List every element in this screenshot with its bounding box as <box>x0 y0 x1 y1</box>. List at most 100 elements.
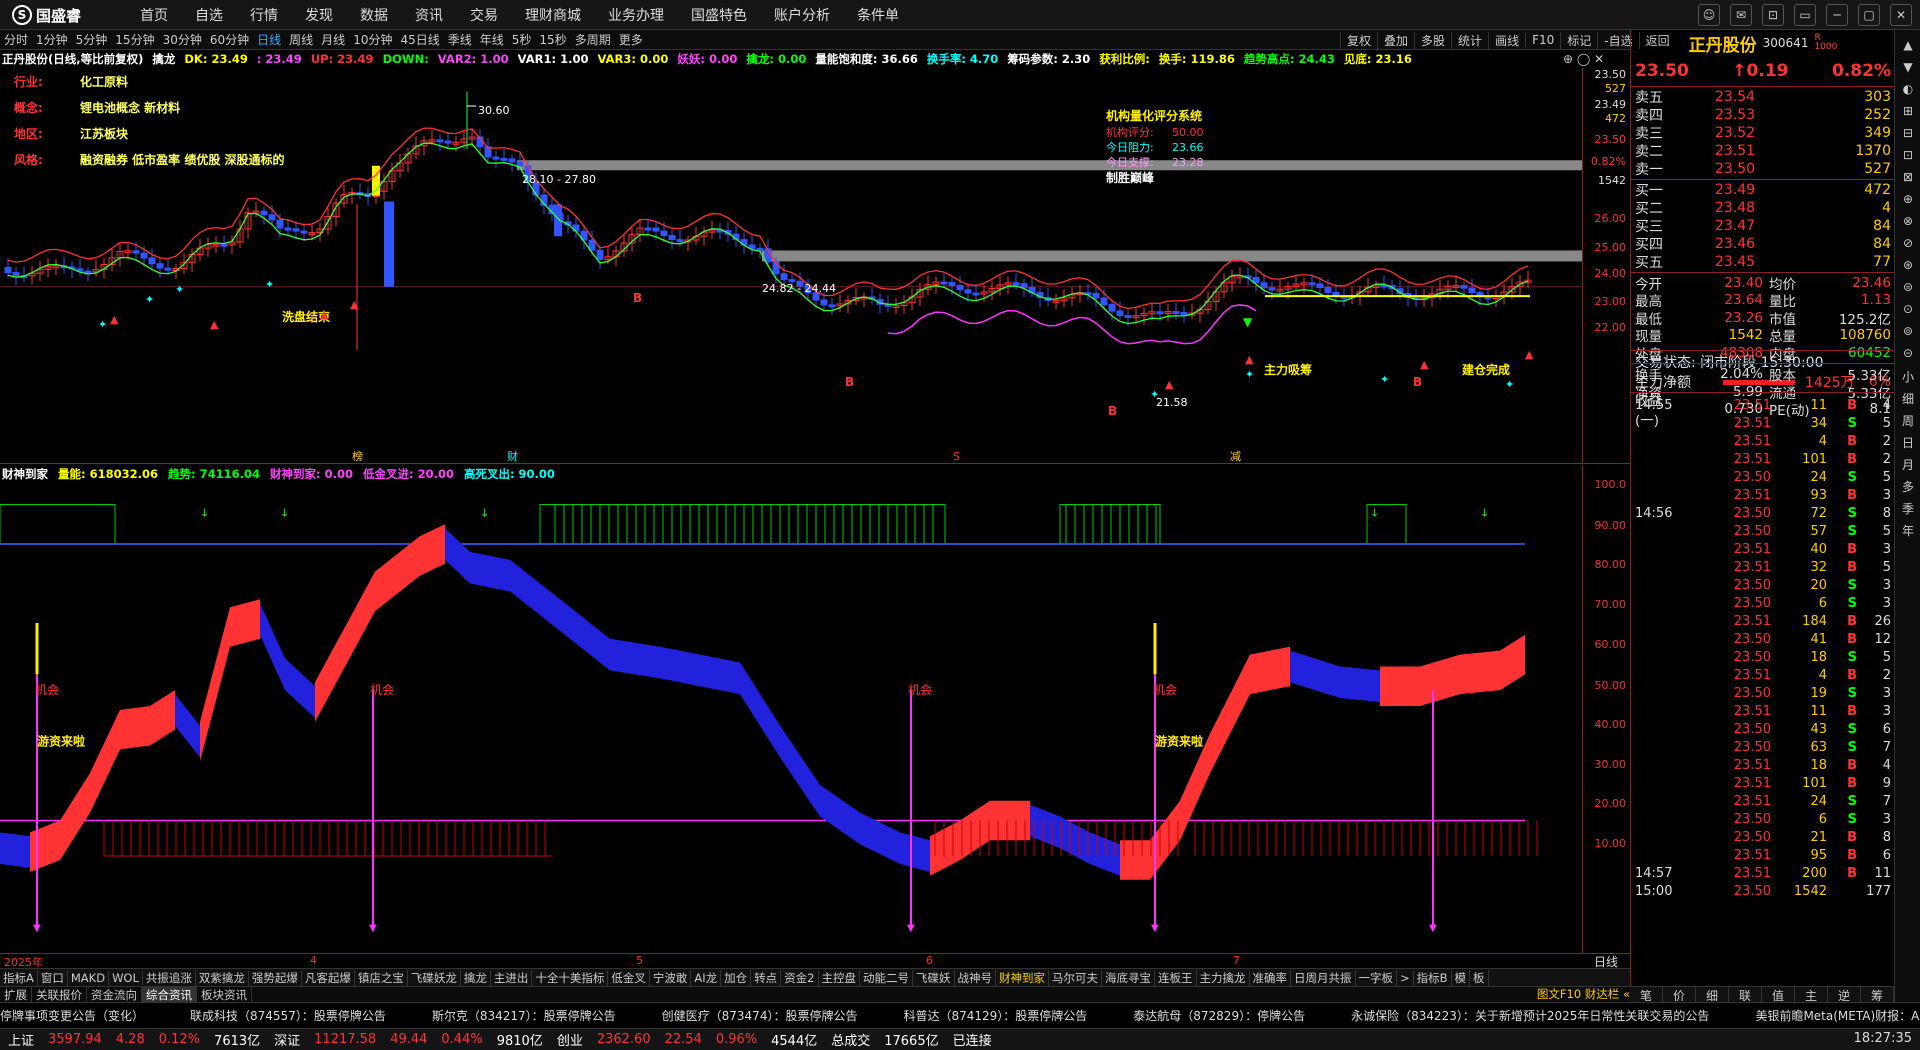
menu-4[interactable]: 数据 <box>360 5 388 25</box>
indicator-tab[interactable]: 转点 <box>751 969 782 986</box>
window-control-icon[interactable]: ▢ <box>1858 4 1880 26</box>
period-tab[interactable]: 1分钟 <box>36 31 68 48</box>
ask-row[interactable]: 卖一 23.50 527 <box>1635 160 1891 178</box>
side-tab-icon[interactable]: ◐ <box>1895 82 1920 96</box>
info-tab[interactable]: 资金流向 <box>87 987 142 1002</box>
indicator-tab[interactable]: 一字板 <box>1356 969 1397 986</box>
side-tab-icon[interactable]: ⊠ <box>1895 170 1920 184</box>
bid-row[interactable]: 买三 23.47 84 <box>1635 217 1891 235</box>
indicator-tab[interactable]: 主力擒龙 <box>1197 969 1250 986</box>
side-tab-icon[interactable]: ⊘ <box>1895 236 1920 250</box>
indicator-tab[interactable]: 共振追涨 <box>143 969 196 986</box>
chart-tool-button[interactable]: 复权 <box>1340 31 1377 49</box>
chart-tool-button[interactable]: 多股 <box>1414 31 1451 49</box>
indicator-tab[interactable]: 资金2 <box>781 969 819 986</box>
side-tab-icon[interactable]: 日 <box>1895 434 1920 451</box>
indicator-tab[interactable]: 模 <box>1452 969 1471 986</box>
indicator-tab[interactable]: 动能二号 <box>860 969 913 986</box>
window-control-icon[interactable]: ✕ <box>1890 4 1912 26</box>
indicator-tab[interactable]: WOL <box>109 970 143 985</box>
side-tab-icon[interactable]: ⊞ <box>1895 104 1920 118</box>
indicator-tab[interactable]: 日周月共振 <box>1291 969 1356 986</box>
period-tab[interactable]: 45日线 <box>400 31 439 48</box>
ask-row[interactable]: 卖五 23.54 303 <box>1635 88 1891 106</box>
period-tab[interactable]: 分时 <box>4 31 28 48</box>
panel-tab[interactable]: 细 <box>1696 987 1729 1003</box>
period-tab[interactable]: 月线 <box>321 31 345 48</box>
info-tab[interactable]: 综合资讯 <box>142 987 197 1002</box>
window-control-icon[interactable]: ─ <box>1826 4 1848 26</box>
menu-9[interactable]: 国盛特色 <box>691 5 747 25</box>
side-tab-icon[interactable]: 小 <box>1895 368 1920 385</box>
indicator-tab[interactable]: 强势起爆 <box>249 969 302 986</box>
side-tab-icon[interactable]: 年 <box>1895 522 1920 539</box>
indicator-tab[interactable]: 飞碟妖 <box>913 969 955 986</box>
period-tab[interactable]: 5分钟 <box>76 31 108 48</box>
indicator-tab[interactable]: 擒龙 <box>461 969 491 986</box>
window-control-icon[interactable]: ▭ <box>1794 4 1816 26</box>
menu-3[interactable]: 发现 <box>305 5 333 25</box>
indicator-tab[interactable]: 宁波敢 <box>650 969 692 986</box>
bid-row[interactable]: 买一 23.49 472 <box>1635 181 1891 199</box>
indicator-tab[interactable]: 双紫擒龙 <box>196 969 249 986</box>
menu-10[interactable]: 账户分析 <box>774 5 830 25</box>
news-item[interactable]: 联成科技（874557）：股票停牌公告 <box>190 1007 386 1024</box>
side-tab-icon[interactable]: ⊚ <box>1895 324 1920 338</box>
period-tab[interactable]: 季线 <box>448 31 472 48</box>
indicator-tab[interactable]: 海底寻宝 <box>1102 969 1155 986</box>
period-tab[interactable]: 年线 <box>480 31 504 48</box>
menu-0[interactable]: 首页 <box>140 5 168 25</box>
news-item[interactable]: 斯尔克（834217）：股票停牌公告 <box>432 1007 616 1024</box>
menu-11[interactable]: 条件单 <box>857 5 899 25</box>
indicator-tab[interactable]: 主进出 <box>491 969 533 986</box>
menu-1[interactable]: 自选 <box>195 5 223 25</box>
indicator-tab[interactable]: 窗口 <box>38 969 68 986</box>
side-tab-icon[interactable]: 周 <box>1895 412 1920 429</box>
indicator-tab[interactable]: 镇店之宝 <box>355 969 408 986</box>
news-item[interactable]: 创健医疗（873474）：股票停牌公告 <box>662 1007 858 1024</box>
menu-6[interactable]: 交易 <box>470 5 498 25</box>
news-item[interactable]: 停牌事项变更公告（变化） <box>0 1007 144 1024</box>
panel-tab[interactable]: 逆 <box>1828 987 1861 1003</box>
indicator-tab[interactable]: 连板王 <box>1155 969 1197 986</box>
chart-divider[interactable] <box>0 463 1630 464</box>
panel-tab[interactable]: 值 <box>1762 987 1795 1003</box>
indicator-tab[interactable]: 指标A <box>0 969 38 986</box>
indicator-tab[interactable]: AI龙 <box>691 969 722 986</box>
period-tab[interactable]: 10分钟 <box>353 31 392 48</box>
news-item[interactable]: 永诚保险（834223）：关于新增预计2025年日常性关联交易的公告 <box>1351 1007 1709 1024</box>
news-item[interactable]: 美银前瞻Meta(META)财报：AI加持广告县 <box>1755 1007 1920 1024</box>
menu-8[interactable]: 业务办理 <box>608 5 664 25</box>
period-tab[interactable]: 15分钟 <box>115 31 154 48</box>
chart-tool-button[interactable]: 标记 <box>1560 31 1597 49</box>
window-control-icon[interactable]: ⊡ <box>1762 4 1784 26</box>
period-tab[interactable]: 周线 <box>289 31 313 48</box>
indicator-tab[interactable]: 主控盘 <box>819 969 860 986</box>
side-tab-icon[interactable]: 细 <box>1895 390 1920 407</box>
menu-5[interactable]: 资讯 <box>415 5 443 25</box>
indicator-tab[interactable]: MAKD <box>68 970 110 985</box>
panel-tab[interactable]: 联 <box>1729 987 1762 1003</box>
side-tab-icon[interactable]: ▼ <box>1895 60 1920 74</box>
window-control-icon[interactable]: ✉ <box>1730 4 1752 26</box>
side-tab-icon[interactable]: 季 <box>1895 500 1920 517</box>
side-tab-icon[interactable]: ⊛ <box>1895 258 1920 272</box>
news-item[interactable]: 泰达航母（872829）：停牌公告 <box>1133 1007 1305 1024</box>
menu-7[interactable]: 理财商城 <box>525 5 581 25</box>
indicator-chart[interactable]: ↓ ↓ ↓ ↓ ↓ ▼ ▼ ▼ ▼ ▼ 机会 机会 机会 机会游资来啦 游资来啦 <box>0 483 1582 953</box>
side-tab-icon[interactable]: ⊟ <box>1895 126 1920 140</box>
panel-tab[interactable]: 笔 <box>1630 987 1663 1003</box>
period-tab[interactable]: 30分钟 <box>163 31 202 48</box>
side-tab-icon[interactable]: ⊜ <box>1895 280 1920 294</box>
side-tab-icon[interactable]: ⊙ <box>1895 302 1920 316</box>
indicator-tab[interactable]: 十全十美指标 <box>532 969 609 986</box>
period-tab[interactable]: 多周期 <box>575 31 611 48</box>
bid-row[interactable]: 买四 23.46 84 <box>1635 235 1891 253</box>
bid-row[interactable]: 买二 23.48 4 <box>1635 199 1891 217</box>
panel-tab[interactable]: 主 <box>1795 987 1828 1003</box>
info-tab[interactable]: 关联报价 <box>32 987 87 1002</box>
indicator-tab[interactable]: 准确率 <box>1250 969 1291 986</box>
period-tab[interactable]: 更多 <box>619 31 643 48</box>
chart-tool-button[interactable]: 统计 <box>1451 31 1488 49</box>
ask-row[interactable]: 卖三 23.52 349 <box>1635 124 1891 142</box>
